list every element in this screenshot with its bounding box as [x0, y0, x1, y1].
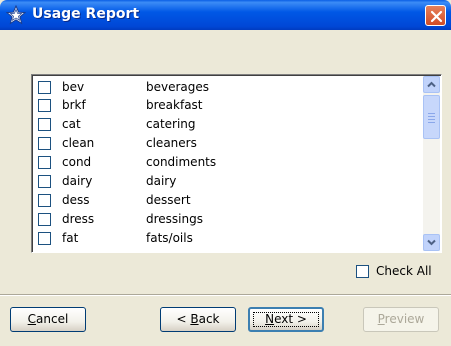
preview-button[interactable]: Preview	[363, 307, 439, 332]
back-button[interactable]: < Back	[160, 307, 236, 332]
item-code: brkf	[62, 98, 86, 112]
item-code: dress	[62, 212, 95, 226]
list-item[interactable]: clean cleaners	[38, 135, 418, 152]
item-description: dairy	[146, 174, 177, 188]
item-description: condiments	[146, 155, 217, 169]
preview-mnemonic: P	[377, 312, 385, 326]
chevron-up-icon	[427, 81, 436, 88]
list-item[interactable]: dess dessert	[38, 192, 418, 209]
next-label: ext >	[274, 312, 307, 326]
next-mnemonic: N	[265, 312, 275, 326]
item-checkbox[interactable]	[38, 175, 51, 188]
item-code: bev	[62, 80, 85, 94]
back-label: ack	[198, 312, 220, 326]
item-description: fats/oils	[146, 231, 193, 245]
title-bar[interactable]: Usage Report	[0, 0, 451, 30]
list-item[interactable]: fat fats/oils	[38, 230, 418, 247]
thumb-grip	[428, 116, 435, 117]
list-item[interactable]: brkf breakfast	[38, 97, 418, 114]
item-checkbox[interactable]	[38, 194, 51, 207]
vertical-scrollbar[interactable]	[423, 76, 440, 251]
scroll-up-button[interactable]	[423, 76, 440, 93]
list-item[interactable]: cat catering	[38, 116, 418, 133]
check-all-label: Check All	[376, 264, 432, 278]
item-code: dairy	[62, 174, 93, 188]
item-code: dess	[62, 193, 90, 207]
item-checkbox[interactable]	[38, 213, 51, 226]
item-code: cond	[62, 155, 92, 169]
item-checkbox[interactable]	[38, 118, 51, 131]
item-checkbox[interactable]	[38, 99, 51, 112]
item-description: breakfast	[146, 98, 203, 112]
list-item[interactable]: dress dressings	[38, 211, 418, 228]
usage-report-window: Usage Report bev beverages brkf breakfas…	[0, 0, 451, 346]
preview-label: review	[384, 312, 425, 326]
item-code: fat	[62, 231, 79, 245]
item-description: cleaners	[146, 136, 197, 150]
thumb-grip	[428, 122, 435, 123]
item-checkbox[interactable]	[38, 137, 51, 150]
scroll-down-button[interactable]	[423, 234, 440, 251]
scroll-thumb[interactable]	[423, 95, 440, 139]
item-description: catering	[146, 117, 196, 131]
next-button[interactable]: Next >	[248, 307, 324, 332]
check-all-checkbox[interactable]: Check All	[356, 263, 441, 280]
app-star-icon	[5, 4, 27, 25]
item-code: cat	[62, 117, 81, 131]
cancel-button[interactable]: Cancel	[10, 307, 86, 332]
item-checkbox[interactable]	[38, 232, 51, 245]
close-icon	[430, 10, 443, 23]
item-description: dessert	[146, 193, 191, 207]
item-description: beverages	[146, 80, 210, 94]
close-button[interactable]	[425, 5, 446, 26]
item-checkbox[interactable]	[38, 81, 51, 94]
button-separator	[0, 294, 451, 296]
item-description: dressings	[146, 212, 203, 226]
category-listbox[interactable]: bev beverages brkf breakfast cat caterin…	[31, 74, 442, 253]
chevron-down-icon	[427, 239, 436, 246]
list-item[interactable]: bev beverages	[38, 79, 418, 96]
window-title: Usage Report	[32, 6, 140, 22]
cancel-label: ancel	[36, 312, 69, 326]
back-prefix: <	[176, 312, 191, 326]
back-mnemonic: B	[190, 312, 199, 326]
thumb-grip	[428, 119, 435, 120]
item-checkbox[interactable]	[38, 156, 51, 169]
list-item[interactable]: dairy dairy	[38, 173, 418, 190]
item-code: clean	[62, 136, 95, 150]
thumb-grip	[428, 113, 435, 114]
list-item[interactable]: cond condiments	[38, 154, 418, 171]
cancel-mnemonic: C	[27, 312, 37, 326]
check-all-box[interactable]	[356, 265, 369, 278]
